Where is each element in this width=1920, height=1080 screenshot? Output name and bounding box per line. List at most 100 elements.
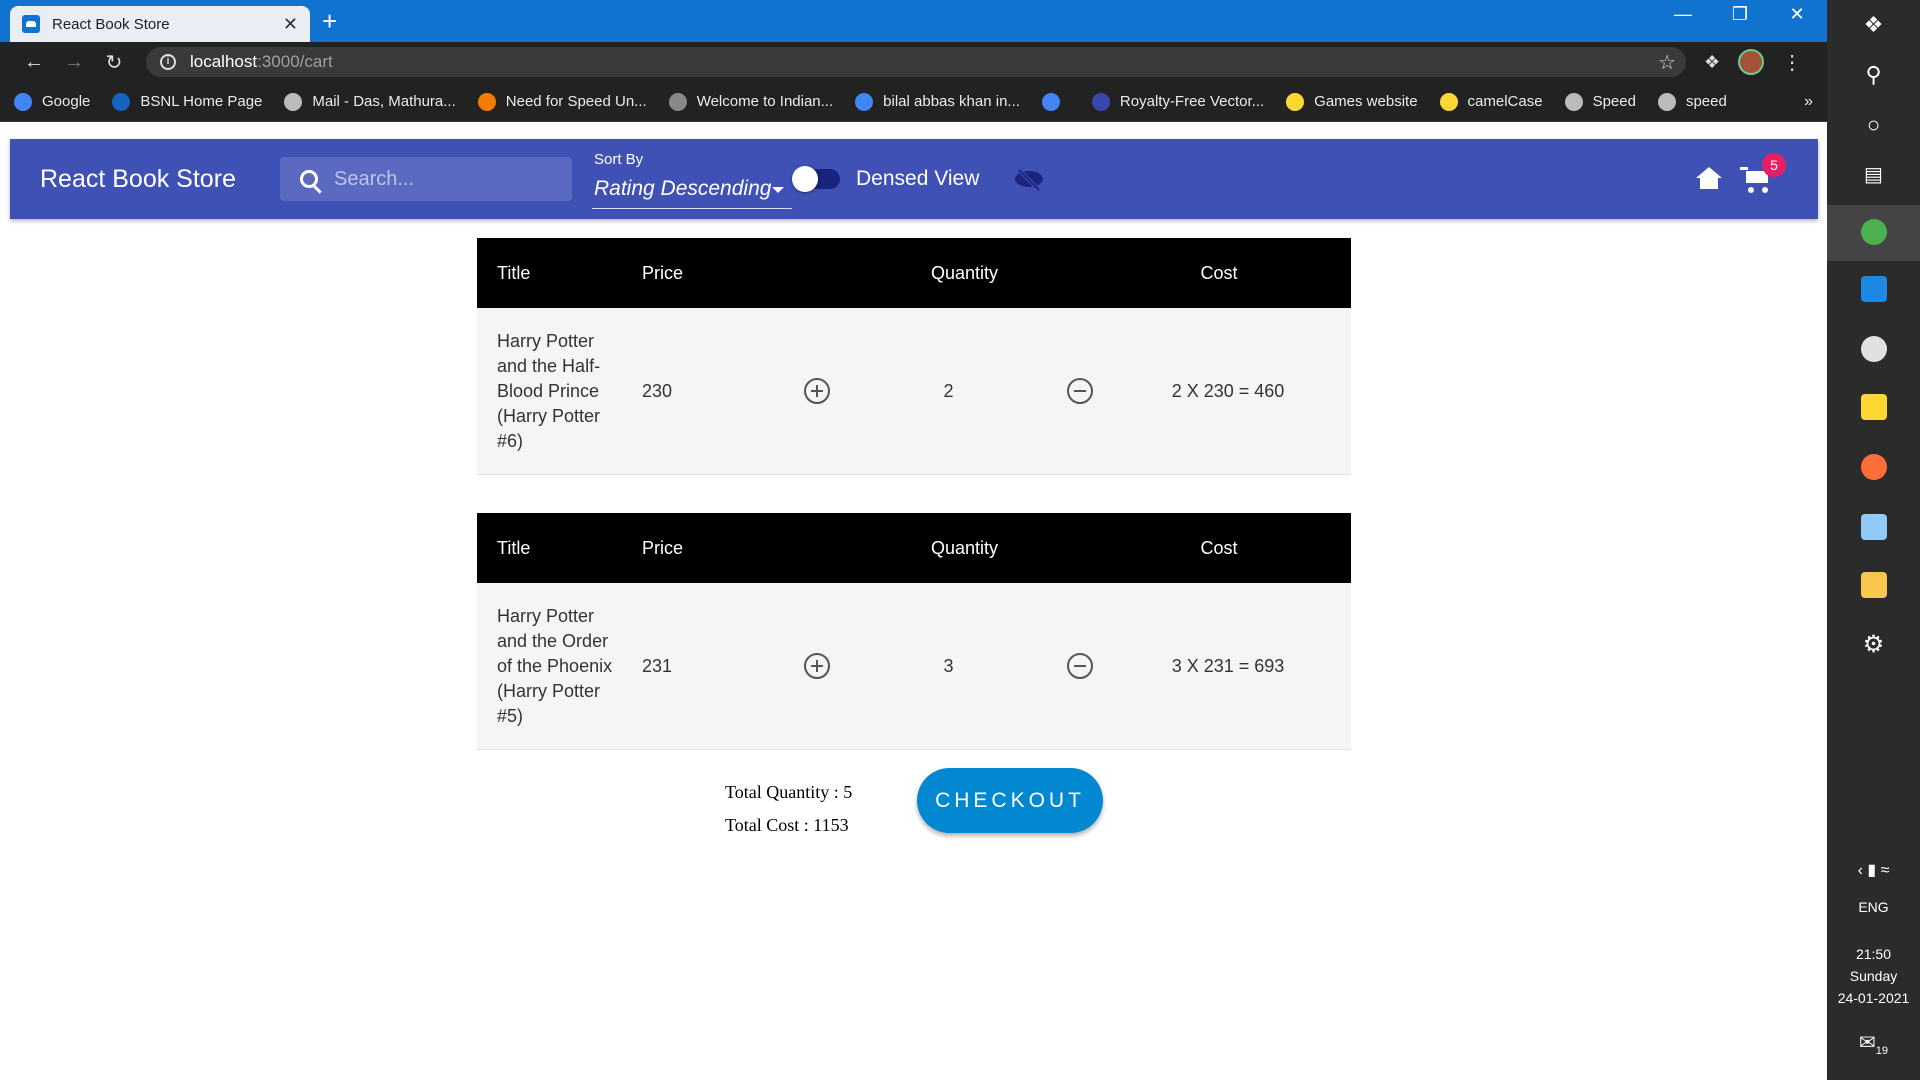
bookmark-item[interactable]: Mail - Das, Mathura...: [284, 92, 456, 111]
bookmark-favicon-icon: [1041, 92, 1060, 111]
extensions-puzzle-icon[interactable]: ❖: [1704, 52, 1720, 73]
search-box[interactable]: [280, 157, 572, 201]
home-icon[interactable]: [1696, 167, 1722, 189]
sort-select[interactable]: Sort By Rating Descending: [592, 149, 792, 209]
tray-icons[interactable]: ‹ ▮ ≈: [1827, 860, 1920, 880]
clock-time: 21:50: [1855, 946, 1892, 962]
bookmark-label: Google: [42, 93, 91, 110]
bookmark-item[interactable]: speed: [1657, 92, 1727, 111]
visibility-off-icon[interactable]: [1015, 167, 1044, 193]
book-quantity: 3: [943, 655, 954, 676]
clock-day: Sunday: [1849, 968, 1898, 984]
sticky-notes-taskbar-icon[interactable]: [1827, 394, 1920, 425]
restore-icon[interactable]: ❐: [1712, 4, 1768, 25]
bookmark-item[interactable]: camelCase: [1439, 92, 1543, 111]
densed-view-toggle[interactable]: [792, 166, 840, 192]
remove-circle-icon[interactable]: [1067, 653, 1093, 679]
profile-avatar[interactable]: [1738, 49, 1765, 75]
toggle-knob[interactable]: [792, 166, 818, 192]
window-close-icon[interactable]: ✕: [1769, 4, 1825, 25]
bookmark-item[interactable]: Welcome to Indian...: [668, 92, 834, 111]
header-cost: Cost: [1200, 262, 1238, 283]
bookmark-item[interactable]: Games website: [1286, 92, 1418, 111]
table-row: Harry Potter and the Half- Blood Prince (Ha…: [477, 308, 1351, 475]
bookmark-star-icon[interactable]: ☆: [1658, 50, 1676, 75]
remote-desktop-taskbar-icon[interactable]: [1827, 514, 1920, 545]
cart-item-table: Title Price Quantity Cost Harry Potter and th…: [477, 238, 1351, 475]
file-explorer-taskbar-icon[interactable]: [1827, 572, 1920, 603]
browser-toolbar: ← → ↻ i localhost :3000/cart ☆ ❖ ⋮: [0, 42, 1827, 82]
book-title-line: #5): [497, 705, 524, 726]
bookmark-item[interactable]: BSNL Home Page: [112, 92, 263, 111]
new-tab-button[interactable]: +: [322, 6, 337, 36]
header-title: Title: [497, 262, 531, 283]
cortana-icon[interactable]: ○: [1827, 112, 1920, 138]
sort-label: Sort By: [594, 151, 644, 168]
book-title-line: and the Half-: [497, 355, 601, 376]
cart-count-badge: 5: [1762, 153, 1786, 177]
cart-item-table: Title Price Quantity Cost Harry Potter and th…: [477, 513, 1351, 750]
vscode-taskbar-icon[interactable]: [1827, 276, 1920, 307]
bookmark-item[interactable]: Need for Speed Un...: [477, 92, 647, 111]
browser-menu-icon[interactable]: ⋮: [1782, 50, 1802, 75]
header-quantity: Quantity: [930, 537, 999, 558]
app-brand[interactable]: React Book Store: [40, 165, 270, 194]
react-favicon-icon: [22, 15, 40, 33]
postman-taskbar-icon[interactable]: [1827, 454, 1920, 485]
browser-window: React Book Store ✕ + — ❐ ✕ ← → ↻ i local…: [0, 0, 1827, 1080]
app-bar: React Book Store Sort By Rating Descendi…: [10, 139, 1818, 219]
add-circle-icon[interactable]: [804, 378, 830, 404]
minimize-icon[interactable]: —: [1655, 4, 1711, 25]
notifications-icon[interactable]: ✉19: [1827, 1030, 1920, 1057]
forward-icon[interactable]: →: [54, 51, 94, 74]
dropdown-caret-icon[interactable]: [772, 187, 784, 193]
windows-start-icon[interactable]: ❖: [1827, 12, 1920, 38]
settings-taskbar-icon[interactable]: ⚙: [1827, 630, 1920, 659]
paint-taskbar-icon[interactable]: [1827, 336, 1920, 367]
bookmark-label: Speed: [1592, 93, 1636, 110]
cart-list: Title Price Quantity Cost Harry Potter and th…: [477, 238, 1351, 788]
table-header: Title Price Quantity Cost: [477, 513, 1351, 583]
book-price: 231: [642, 655, 673, 676]
bookmark-label: Welcome to Indian...: [696, 93, 834, 110]
bookmark-favicon-icon: [1657, 92, 1676, 111]
bookmark-item[interactable]: Speed: [1564, 92, 1636, 111]
site-info-icon[interactable]: i: [160, 54, 176, 70]
header-title: Title: [497, 537, 531, 558]
remove-circle-icon[interactable]: [1067, 378, 1093, 404]
book-title: Harry Potter and the Half- Blood Prince (Ha…: [477, 329, 642, 454]
sort-value[interactable]: Rating Descending: [594, 177, 771, 201]
search-input[interactable]: [334, 167, 554, 191]
language-indicator[interactable]: ENG: [1827, 896, 1920, 918]
back-icon[interactable]: ←: [14, 51, 54, 74]
clock[interactable]: 21:50 Sunday 24-01-2021: [1827, 943, 1920, 1009]
book-title: Harry Potter and the Order of the Phoenix (…: [477, 604, 642, 729]
notification-count: 19: [1875, 1045, 1888, 1057]
bookmark-label: BSNL Home Page: [140, 93, 263, 110]
book-title-line: (Harry Potter: [497, 405, 601, 426]
tab-title: React Book Store: [52, 15, 170, 33]
tab-react-book-store[interactable]: React Book Store ✕: [10, 6, 310, 42]
bookmark-item[interactable]: Royalty-Free Vector...: [1091, 92, 1265, 111]
reload-icon[interactable]: ↻: [94, 50, 134, 75]
bookmark-favicon-icon: [14, 92, 32, 111]
address-bar[interactable]: i localhost :3000/cart ☆: [146, 47, 1686, 77]
task-view-icon[interactable]: ▤: [1827, 162, 1920, 187]
book-price: 230: [642, 380, 673, 401]
checkout-button[interactable]: CHECKOUT: [917, 768, 1103, 833]
bookmark-item[interactable]: Google: [14, 92, 91, 111]
bookmark-label: camelCase: [1467, 93, 1543, 110]
bookmark-favicon-icon: [284, 92, 303, 111]
bookmark-item[interactable]: bilal abbas khan in...: [855, 92, 1020, 111]
book-quantity: 2: [943, 380, 954, 401]
bookmark-item[interactable]: [1041, 92, 1070, 111]
bookmark-favicon-icon: [112, 92, 131, 111]
book-title-line: and the Order: [497, 630, 609, 651]
bookmarks-more-icon[interactable]: »: [1804, 93, 1813, 111]
bookmark-label: Royalty-Free Vector...: [1119, 93, 1265, 110]
add-circle-icon[interactable]: [804, 653, 830, 679]
header-quantity: Quantity: [930, 262, 999, 283]
tab-close-icon[interactable]: ✕: [283, 14, 298, 35]
search-taskbar-icon[interactable]: ⚲: [1827, 62, 1920, 88]
chrome-taskbar-icon[interactable]: [1827, 205, 1920, 261]
